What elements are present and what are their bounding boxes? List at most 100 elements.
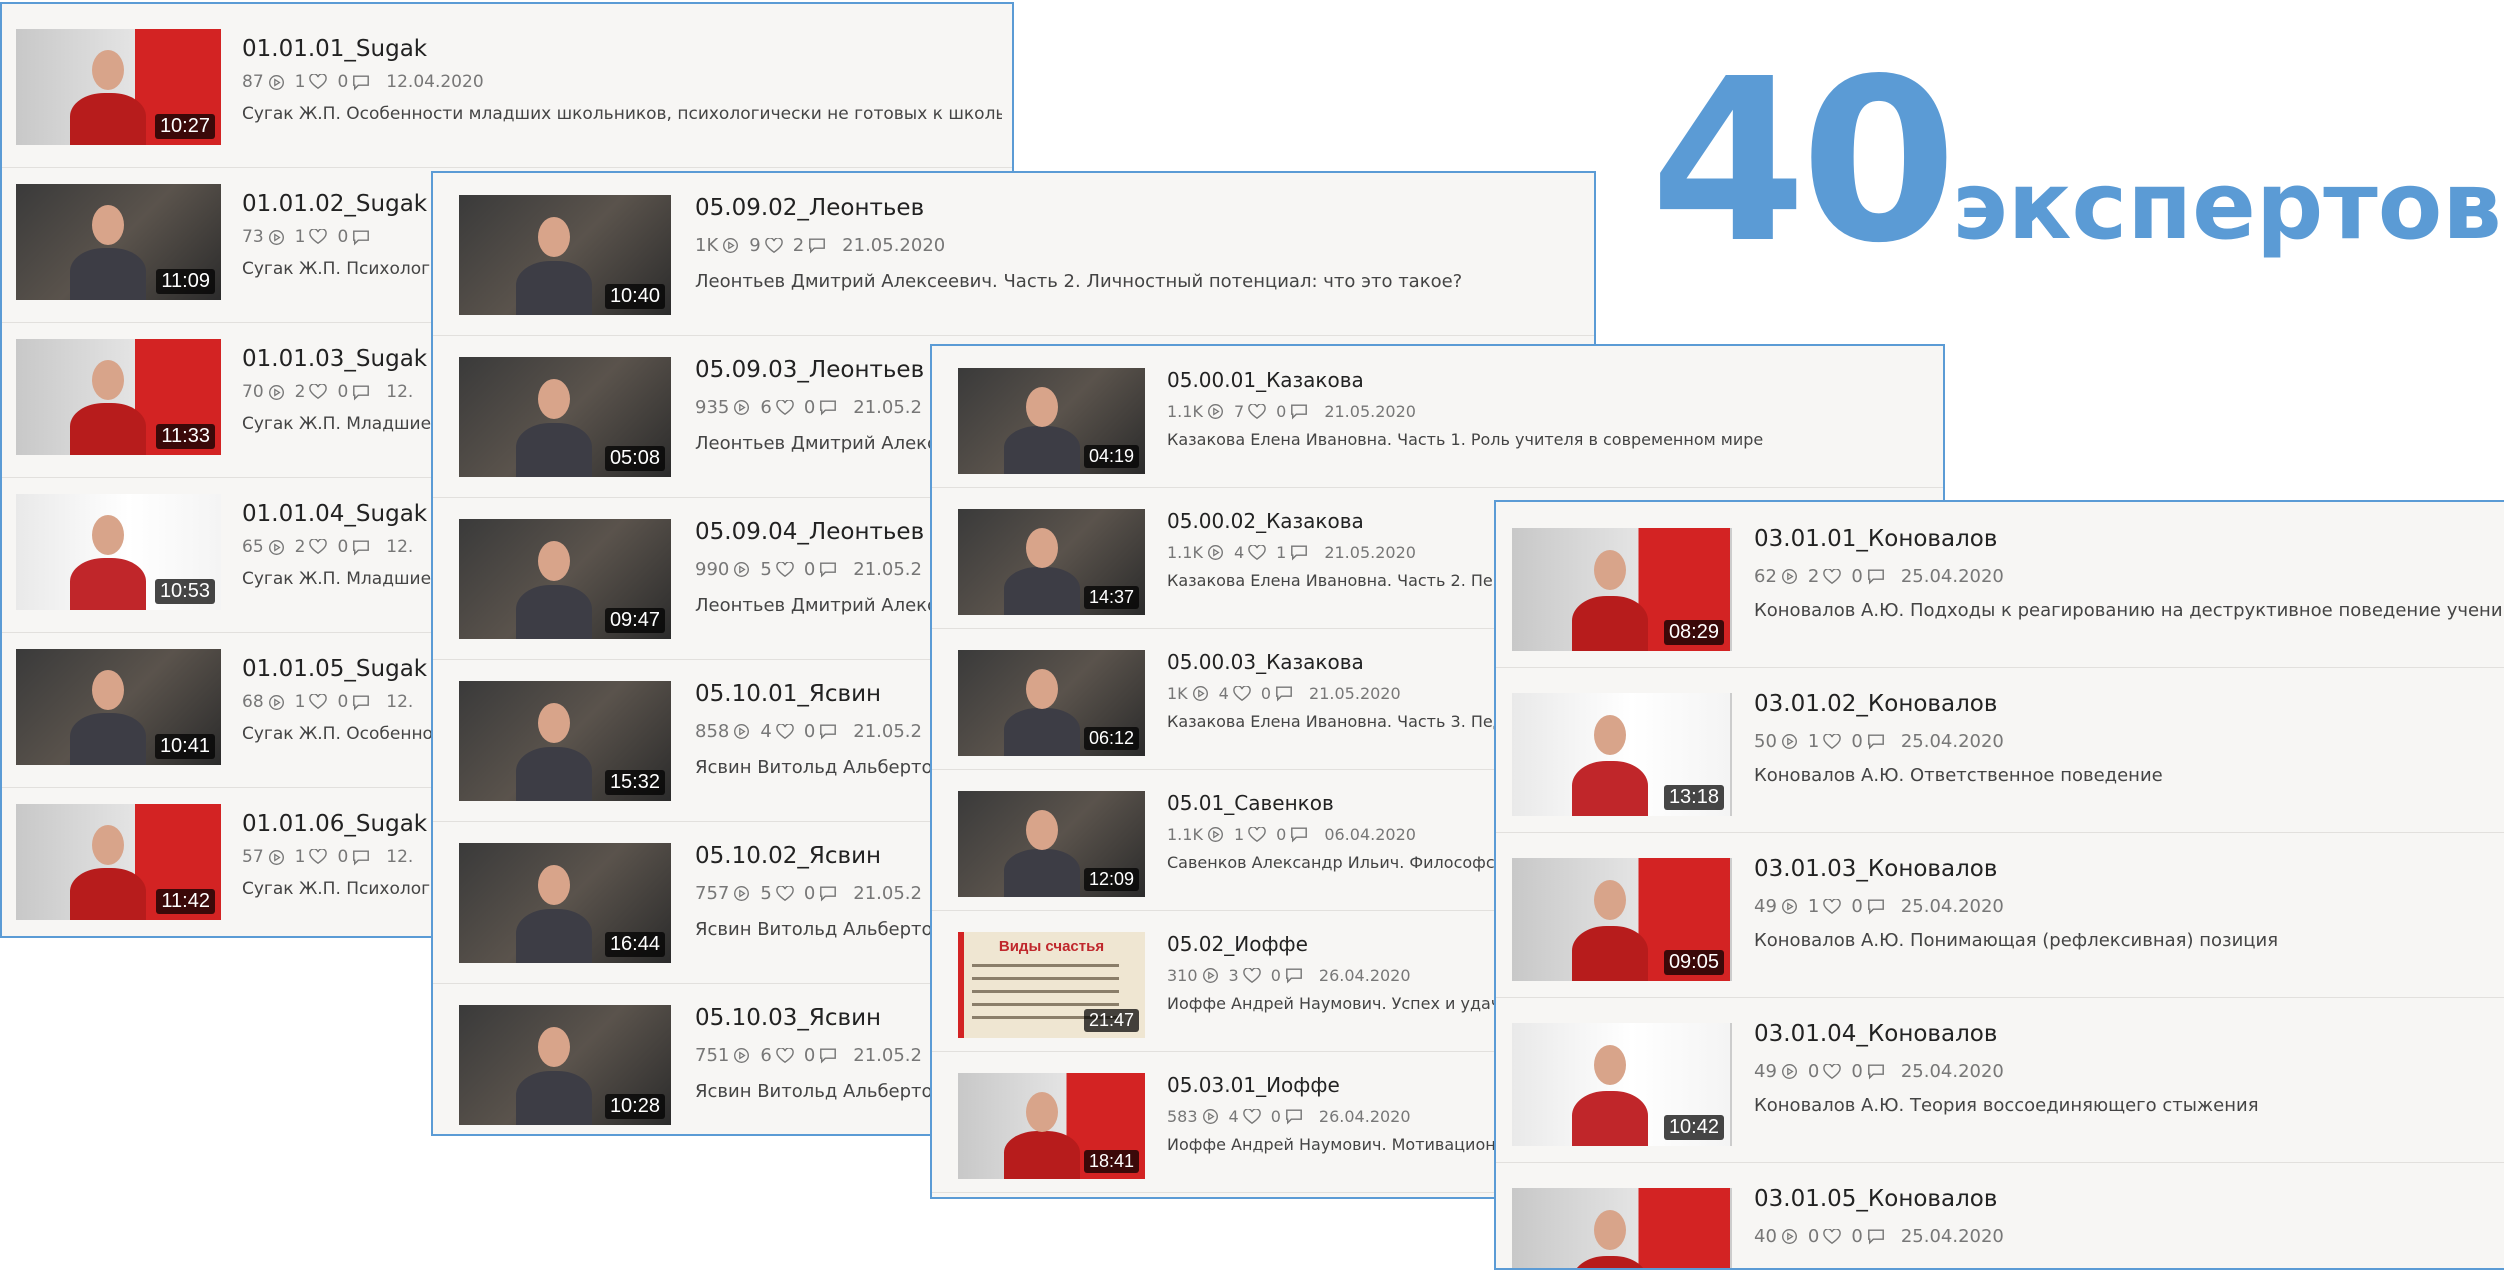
video-title[interactable]: 03.01.01_Коновалов [1754,526,1997,552]
video-title[interactable]: 01.01.05_Sugak [242,656,427,682]
heart-icon[interactable] [309,694,328,710]
video-list-item[interactable]: 13:18 03.01.02_Коновалов 50 1 0 25.04.2020 Кон… [1496,667,2504,833]
heart-icon[interactable] [764,237,783,254]
comment-icon[interactable] [819,399,837,416]
video-title[interactable]: 01.01.03_Sugak [242,346,427,372]
heart-icon[interactable] [776,885,794,902]
heart-icon[interactable] [1242,967,1261,984]
heart-icon[interactable] [309,229,328,245]
heart-icon[interactable] [1242,1108,1261,1125]
comment-icon[interactable] [1867,898,1885,915]
video-thumbnail[interactable]: 11:33 [16,339,221,455]
heart-icon[interactable] [309,74,328,90]
comment-icon[interactable] [1285,967,1303,984]
video-title[interactable]: 05.03.01_Иоффе [1167,1073,1340,1097]
comment-icon[interactable] [1290,826,1308,843]
video-thumbnail[interactable]: 04:19 [958,368,1145,474]
heart-icon[interactable] [1823,1063,1842,1080]
heart-icon[interactable] [1248,544,1266,561]
video-title[interactable]: 05.00.01_Казакова [1167,368,1364,392]
comment-icon[interactable] [352,229,370,246]
video-title[interactable]: 03.01.04_Коновалов [1754,1021,1997,1047]
video-thumbnail[interactable]: 11:42 [16,804,221,920]
heart-icon[interactable] [776,1047,794,1064]
video-title[interactable]: 03.01.03_Коновалов [1754,856,1997,882]
video-title[interactable]: 03.01.02_Коновалов [1754,691,1997,717]
comment-icon[interactable] [819,723,837,740]
video-title[interactable]: 05.00.02_Казакова [1167,509,1364,533]
comment-icon[interactable] [1290,403,1308,420]
video-title[interactable]: 05.09.03_Леонтьев [695,357,924,383]
heart-icon[interactable] [1823,568,1842,585]
heart-icon[interactable] [776,561,794,578]
video-title[interactable]: 05.01_Савенков [1167,791,1334,815]
video-title[interactable]: 05.09.02_Леонтьев [695,195,924,221]
video-title[interactable]: 05.10.03_Ясвин [695,1005,881,1031]
comment-icon[interactable] [1867,1228,1885,1245]
heart-icon[interactable] [1233,685,1251,702]
video-thumbnail[interactable]: 15:32 [459,681,671,801]
heart-icon[interactable] [1248,826,1266,843]
video-title[interactable]: 01.01.06_Sugak [242,811,427,837]
comment-icon[interactable] [352,849,370,866]
video-thumbnail[interactable]: 09:47 [459,519,671,639]
comment-icon[interactable] [808,237,826,254]
video-thumbnail[interactable]: 06:12 [958,650,1145,756]
video-thumbnail[interactable]: 08:29 [1512,528,1732,651]
comment-icon[interactable] [352,74,370,91]
video-list-item[interactable]: 03.01.05_Коновалов 40 0 0 25.04.2020 [1496,1162,2504,1268]
comment-icon[interactable] [1285,1108,1303,1125]
video-list-item[interactable]: 10:40 05.09.02_Леонтьев 1K 9 2 21.05.2020 Леон… [433,173,1594,336]
video-thumbnail[interactable]: 14:37 [958,509,1145,615]
video-list-item[interactable]: 04:19 05.00.01_Казакова 1.1K 7 0 21.05.2020 Ка… [932,346,1943,488]
heart-icon[interactable] [1248,403,1266,420]
video-title[interactable]: 05.00.03_Казакова [1167,650,1364,674]
video-thumbnail[interactable]: 10:53 [16,494,221,610]
comment-icon[interactable] [352,539,370,556]
comment-icon[interactable] [1867,733,1885,750]
video-thumbnail[interactable]: 11:09 [16,184,221,300]
video-title[interactable]: 01.01.01_Sugak [242,36,427,62]
video-thumbnail[interactable]: Виды счастья 21:47 [958,932,1145,1038]
comment-icon[interactable] [819,1047,837,1064]
video-thumbnail[interactable]: 16:44 [459,843,671,963]
comment-icon[interactable] [1867,568,1885,585]
comment-icon[interactable] [352,384,370,401]
comment-icon[interactable] [1867,1063,1885,1080]
video-thumbnail[interactable]: 18:41 [958,1073,1145,1179]
video-thumbnail[interactable]: 09:05 [1512,858,1732,981]
heart-icon[interactable] [309,849,328,865]
video-thumbnail[interactable]: 10:42 [1512,1023,1732,1146]
video-thumbnail[interactable]: 10:28 [459,1005,671,1125]
video-title[interactable]: 01.01.02_Sugak [242,191,427,217]
video-thumbnail[interactable]: 10:40 [459,195,671,315]
comment-icon[interactable] [1275,685,1293,702]
video-title[interactable]: 03.01.05_Коновалов [1754,1186,1997,1212]
video-list-item[interactable]: 10:42 03.01.04_Коновалов 49 0 0 25.04.2020 Кон… [1496,997,2504,1163]
video-thumbnail[interactable]: 12:09 [958,791,1145,897]
heart-icon[interactable] [776,399,794,416]
video-title[interactable]: 05.02_Иоффе [1167,932,1308,956]
video-title[interactable]: 05.09.04_Леонтьев [695,519,924,545]
video-title[interactable]: 05.10.02_Ясвин [695,843,881,869]
video-list-item[interactable]: 10:27 01.01.01_Sugak 87 1 0 12.04.2020 Сугак Ж… [2,12,1012,168]
comment-icon[interactable] [352,694,370,711]
video-thumbnail[interactable] [1512,1188,1732,1268]
video-thumbnail[interactable]: 10:27 [16,29,221,145]
video-list-item[interactable]: 08:29 03.01.01_Коновалов 62 2 0 25.04.2020 Кон… [1496,502,2504,668]
comment-icon[interactable] [819,885,837,902]
comment-icon[interactable] [819,561,837,578]
video-title[interactable]: 05.10.01_Ясвин [695,681,881,707]
heart-icon[interactable] [309,539,328,555]
video-thumbnail[interactable]: 05:08 [459,357,671,477]
heart-icon[interactable] [1823,733,1842,750]
video-title[interactable]: 01.01.04_Sugak [242,501,427,527]
heart-icon[interactable] [776,723,794,740]
video-thumbnail[interactable]: 13:18 [1512,693,1732,816]
comment-icon[interactable] [1290,544,1308,561]
heart-icon[interactable] [1823,898,1842,915]
heart-icon[interactable] [309,384,328,400]
heart-icon[interactable] [1823,1228,1842,1245]
video-thumbnail[interactable]: 10:41 [16,649,221,765]
video-list-item[interactable]: 09:05 03.01.03_Коновалов 49 1 0 25.04.2020 Кон… [1496,832,2504,998]
